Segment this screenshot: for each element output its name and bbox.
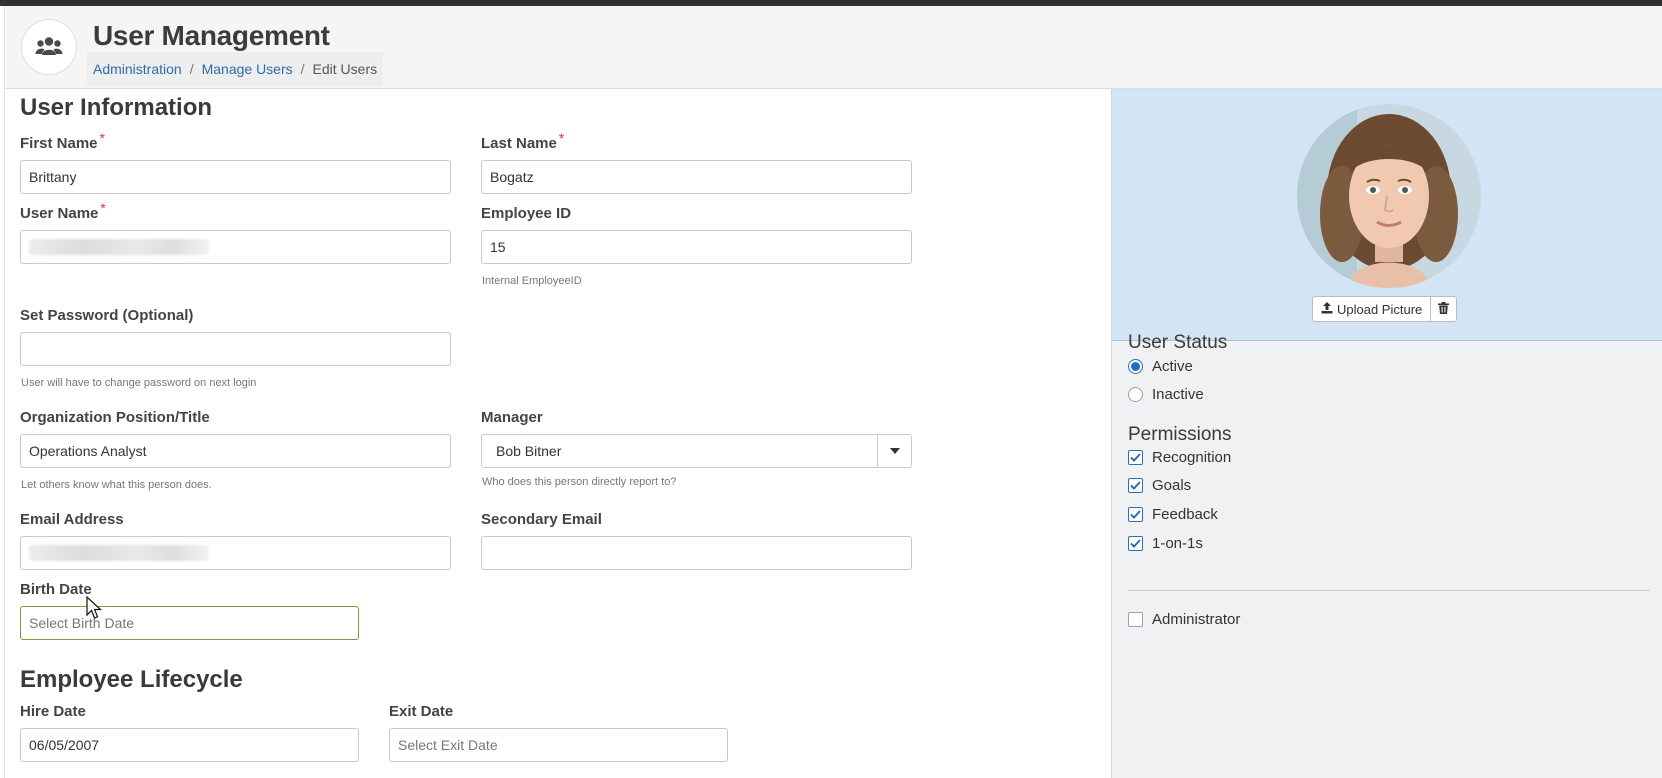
photo-panel: Upload Picture [1112, 89, 1662, 341]
permission-recognition[interactable]: Recognition [1128, 447, 1231, 467]
permission-one-on-ones-label: 1-on-1s [1152, 534, 1203, 552]
user-status-title: User Status [1128, 332, 1228, 353]
permission-feedback[interactable]: Feedback [1128, 504, 1218, 524]
status-inactive-label: Inactive [1152, 385, 1204, 403]
user-name-label: User Name * [20, 200, 106, 222]
secondary-email-label: Secondary Email [481, 511, 602, 528]
breadcrumb-manage-users[interactable]: Manage Users [202, 61, 293, 77]
permissions-title: Permissions [1128, 424, 1232, 445]
manager-label: Manager [481, 409, 543, 426]
upload-picture-button[interactable]: Upload Picture [1312, 296, 1432, 322]
password-field[interactable] [20, 332, 451, 366]
position-label: Organization Position/Title [20, 409, 210, 426]
breadcrumb-current: Edit Users [312, 61, 378, 77]
email-label: Email Address [20, 511, 124, 528]
upload-icon [1321, 301, 1333, 317]
checkbox-unchecked-icon[interactable] [1128, 611, 1143, 627]
breadcrumb-administration[interactable]: Administration [93, 61, 182, 77]
manager-value: Bob Bitner [496, 443, 562, 459]
exit-date-field[interactable]: Select Exit Date [389, 728, 728, 762]
section-title-employee-lifecycle: Employee Lifecycle [20, 666, 243, 693]
permission-goals[interactable]: Goals [1128, 475, 1191, 495]
user-form: User Information First Name * Brittany La… [5, 89, 1111, 778]
birth-date-label: Birth Date [20, 581, 92, 598]
checkbox-checked-icon[interactable] [1128, 477, 1143, 493]
user-name-field[interactable] [20, 230, 451, 264]
users-group-icon [21, 19, 77, 75]
position-help: Let others know what this person does. [21, 479, 212, 491]
permission-one-on-ones[interactable]: 1-on-1s [1128, 533, 1203, 553]
checkbox-checked-icon[interactable] [1128, 449, 1143, 465]
mouse-pointer-icon [86, 595, 103, 625]
delete-picture-button[interactable] [1431, 296, 1458, 322]
hire-date-field[interactable]: 06/05/2007 [20, 728, 359, 762]
first-name-label: First Name * [20, 130, 105, 152]
status-inactive-option[interactable]: Inactive [1128, 384, 1204, 404]
hire-date-label: Hire Date [20, 703, 86, 720]
permissions-divider [1128, 590, 1650, 591]
section-title-user-information: User Information [20, 94, 213, 121]
employee-id-field[interactable]: 15 [481, 230, 912, 264]
redacted-value [29, 239, 209, 255]
last-name-label: Last Name * [481, 130, 565, 152]
page-title: User Management [93, 20, 330, 51]
position-field[interactable]: Operations Analyst [20, 434, 451, 468]
required-marker: * [99, 130, 105, 146]
side-panel: Upload Picture User Status Active Inacti… [1111, 89, 1662, 778]
breadcrumb-separator: / [300, 61, 305, 77]
employee-id-help: Internal EmployeeID [482, 275, 582, 287]
required-marker: * [100, 200, 106, 216]
status-active-option[interactable]: Active [1128, 356, 1193, 376]
last-name-field[interactable]: Bogatz [481, 160, 912, 194]
trash-icon [1438, 301, 1450, 317]
birth-date-field[interactable]: Select Birth Date [20, 606, 359, 640]
photo-actions: Upload Picture [1312, 296, 1458, 322]
breadcrumb: Administration / Manage Users / Edit Use… [87, 52, 384, 86]
caret-down-icon[interactable] [877, 435, 911, 467]
page-header: User Management Administration / Manage … [5, 6, 1662, 89]
secondary-email-field[interactable] [481, 536, 912, 570]
manager-help: Who does this person directly report to? [482, 476, 677, 488]
permission-recognition-label: Recognition [1152, 448, 1232, 466]
upload-picture-label: Upload Picture [1337, 301, 1423, 317]
password-label: Set Password (Optional) [20, 307, 194, 324]
avatar [1297, 104, 1481, 288]
permission-feedback-label: Feedback [1152, 505, 1218, 523]
employee-id-label: Employee ID [481, 205, 572, 222]
breadcrumb-separator: / [189, 61, 194, 77]
first-name-field[interactable]: Brittany [20, 160, 451, 194]
radio-unselected-icon[interactable] [1128, 386, 1143, 402]
required-marker: * [558, 130, 565, 146]
exit-date-label: Exit Date [389, 703, 454, 720]
permission-administrator-label: Administrator [1152, 610, 1241, 628]
permission-goals-label: Goals [1152, 476, 1192, 494]
manager-select[interactable]: Bob Bitner [481, 434, 912, 468]
radio-selected-icon[interactable] [1128, 358, 1143, 374]
email-field[interactable] [20, 536, 451, 570]
redacted-value [29, 545, 209, 561]
checkbox-checked-icon[interactable] [1128, 535, 1143, 551]
checkbox-checked-icon[interactable] [1128, 506, 1143, 522]
password-help: User will have to change password on nex… [21, 377, 257, 389]
status-active-label: Active [1152, 357, 1193, 375]
permission-administrator[interactable]: Administrator [1128, 609, 1240, 629]
